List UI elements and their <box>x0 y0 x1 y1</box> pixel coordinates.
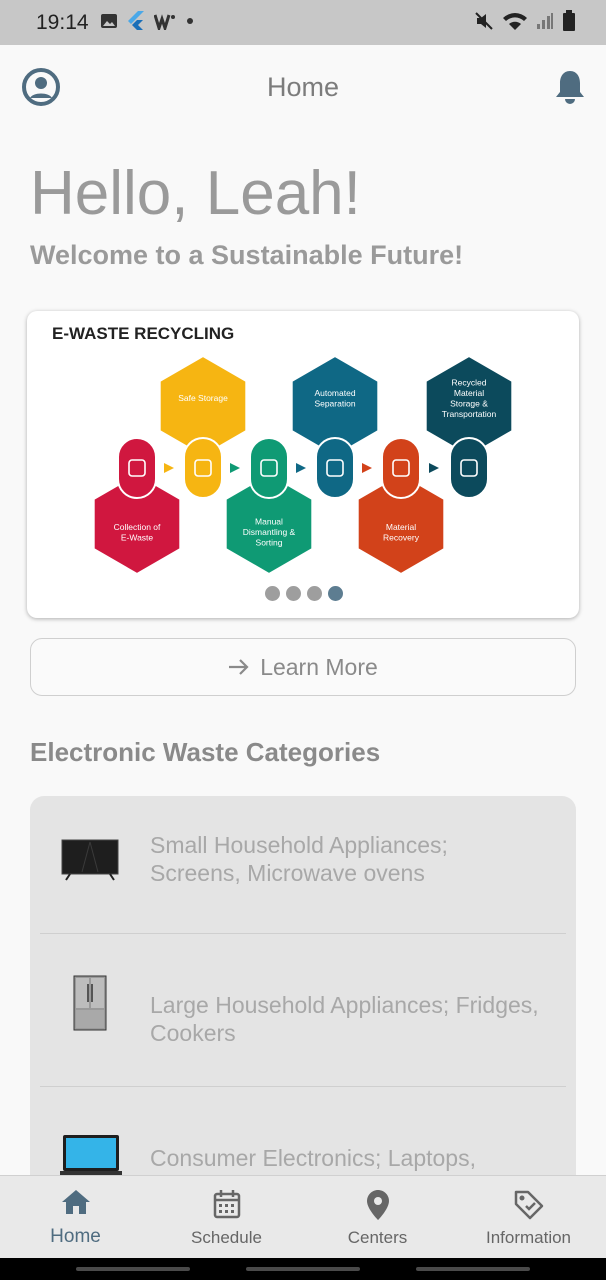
notification-icons <box>100 11 194 31</box>
step-label: Recycled <box>452 377 487 387</box>
step-label: Collection of <box>114 522 161 532</box>
nav-label: Home <box>50 1226 101 1247</box>
wifi-icon <box>503 13 527 30</box>
system-nav-handle[interactable] <box>416 1267 530 1271</box>
category-label: Consumer Electronics; Laptops, <box>150 1145 476 1171</box>
learn-more-button[interactable]: Learn More <box>30 638 576 696</box>
laptop-icon <box>60 1135 122 1176</box>
carousel-page-indicator <box>265 586 343 601</box>
welcome-subtitle: Welcome to a Sustainable Future! <box>30 240 464 270</box>
step-label: E-Waste <box>121 532 154 542</box>
nav-item-centers[interactable]: Centers <box>302 1176 453 1259</box>
page-title: Home <box>266 72 340 102</box>
carousel-dot[interactable] <box>307 586 322 601</box>
step-arrow <box>164 463 174 473</box>
fridge-icon <box>73 975 107 1031</box>
tv-icon <box>61 839 119 881</box>
system-nav-bar <box>0 1258 606 1280</box>
system-icons <box>474 10 576 32</box>
category-item[interactable]: Small Household Appliances; Screens, Mic… <box>30 796 576 933</box>
step-label: Material <box>454 388 484 398</box>
flutter-icon <box>128 11 144 30</box>
categories-heading: Electronic Waste Categories <box>30 737 381 767</box>
step-arrow <box>429 463 439 473</box>
learn-more-label: Learn More <box>260 653 378 680</box>
category-label: Small Household Appliances; Screens, Mic… <box>150 832 448 886</box>
step-arrow <box>362 463 372 473</box>
mute-icon <box>475 12 493 30</box>
step-label: Sorting <box>256 538 283 548</box>
image-carousel[interactable]: E-WASTE RECYCLING Collection of E-Waste Sa… <box>27 311 579 618</box>
step-label: Storage & <box>450 398 488 408</box>
status-time: 19:14 <box>36 11 89 34</box>
step-pill <box>183 437 223 499</box>
battery-icon <box>563 10 575 31</box>
home-icon <box>61 1190 90 1214</box>
nav-label: Information <box>485 1228 572 1247</box>
bottom-navigation: Home Schedule Centers Information <box>0 1175 606 1258</box>
tag-icon <box>514 1190 543 1220</box>
step-label: Recovery <box>383 532 420 542</box>
step-pill <box>315 437 355 499</box>
step-pill <box>449 437 489 499</box>
step-label: Manual <box>255 517 283 527</box>
carousel-dot[interactable] <box>265 586 280 601</box>
step-label: Dismantling & <box>243 527 296 537</box>
location-pin-icon <box>366 1190 389 1220</box>
nav-item-home[interactable]: Home <box>0 1176 151 1259</box>
step-label: Safe Storage <box>178 393 228 403</box>
nav-label: Centers <box>347 1228 408 1247</box>
carousel-dot[interactable] <box>328 586 343 601</box>
step-pill <box>117 437 157 499</box>
arrow-right-icon <box>229 659 249 675</box>
w-app-icon <box>154 14 175 30</box>
recycling-diagram: Collection ofE-Waste Safe Storage ManualDi… <box>92 354 514 576</box>
step-label: Transportation <box>442 409 497 419</box>
category-item[interactable]: Large Household Appliances; Fridges, Coo… <box>30 934 576 1086</box>
nav-item-schedule[interactable]: Schedule <box>151 1176 302 1259</box>
step-pill <box>381 437 421 499</box>
nav-label: Schedule <box>191 1228 262 1247</box>
step-arrow <box>230 463 240 473</box>
signal-icon <box>537 13 553 29</box>
system-nav-handle[interactable] <box>246 1267 360 1271</box>
bell-icon[interactable] <box>553 68 587 106</box>
nav-item-information[interactable]: Information <box>453 1176 604 1259</box>
app-bar: Home <box>0 45 606 131</box>
categories-list: Small Household Appliances; Screens, Mic… <box>30 796 576 1196</box>
step-pill <box>249 437 289 499</box>
greeting-heading: Hello, Leah! <box>30 159 361 228</box>
step-label: Automated <box>314 388 355 398</box>
step-arrow <box>296 463 306 473</box>
step-label: Separation <box>314 398 355 408</box>
status-bar: 19:14 <box>0 0 606 45</box>
image-icon <box>101 14 117 28</box>
carousel-dot[interactable] <box>286 586 301 601</box>
calendar-icon <box>213 1190 240 1219</box>
step-label: Material <box>386 522 416 532</box>
system-nav-handle[interactable] <box>76 1267 190 1271</box>
more-dot-icon <box>187 18 193 24</box>
category-label: Large Household Appliances; Fridges, Coo… <box>150 992 539 1046</box>
